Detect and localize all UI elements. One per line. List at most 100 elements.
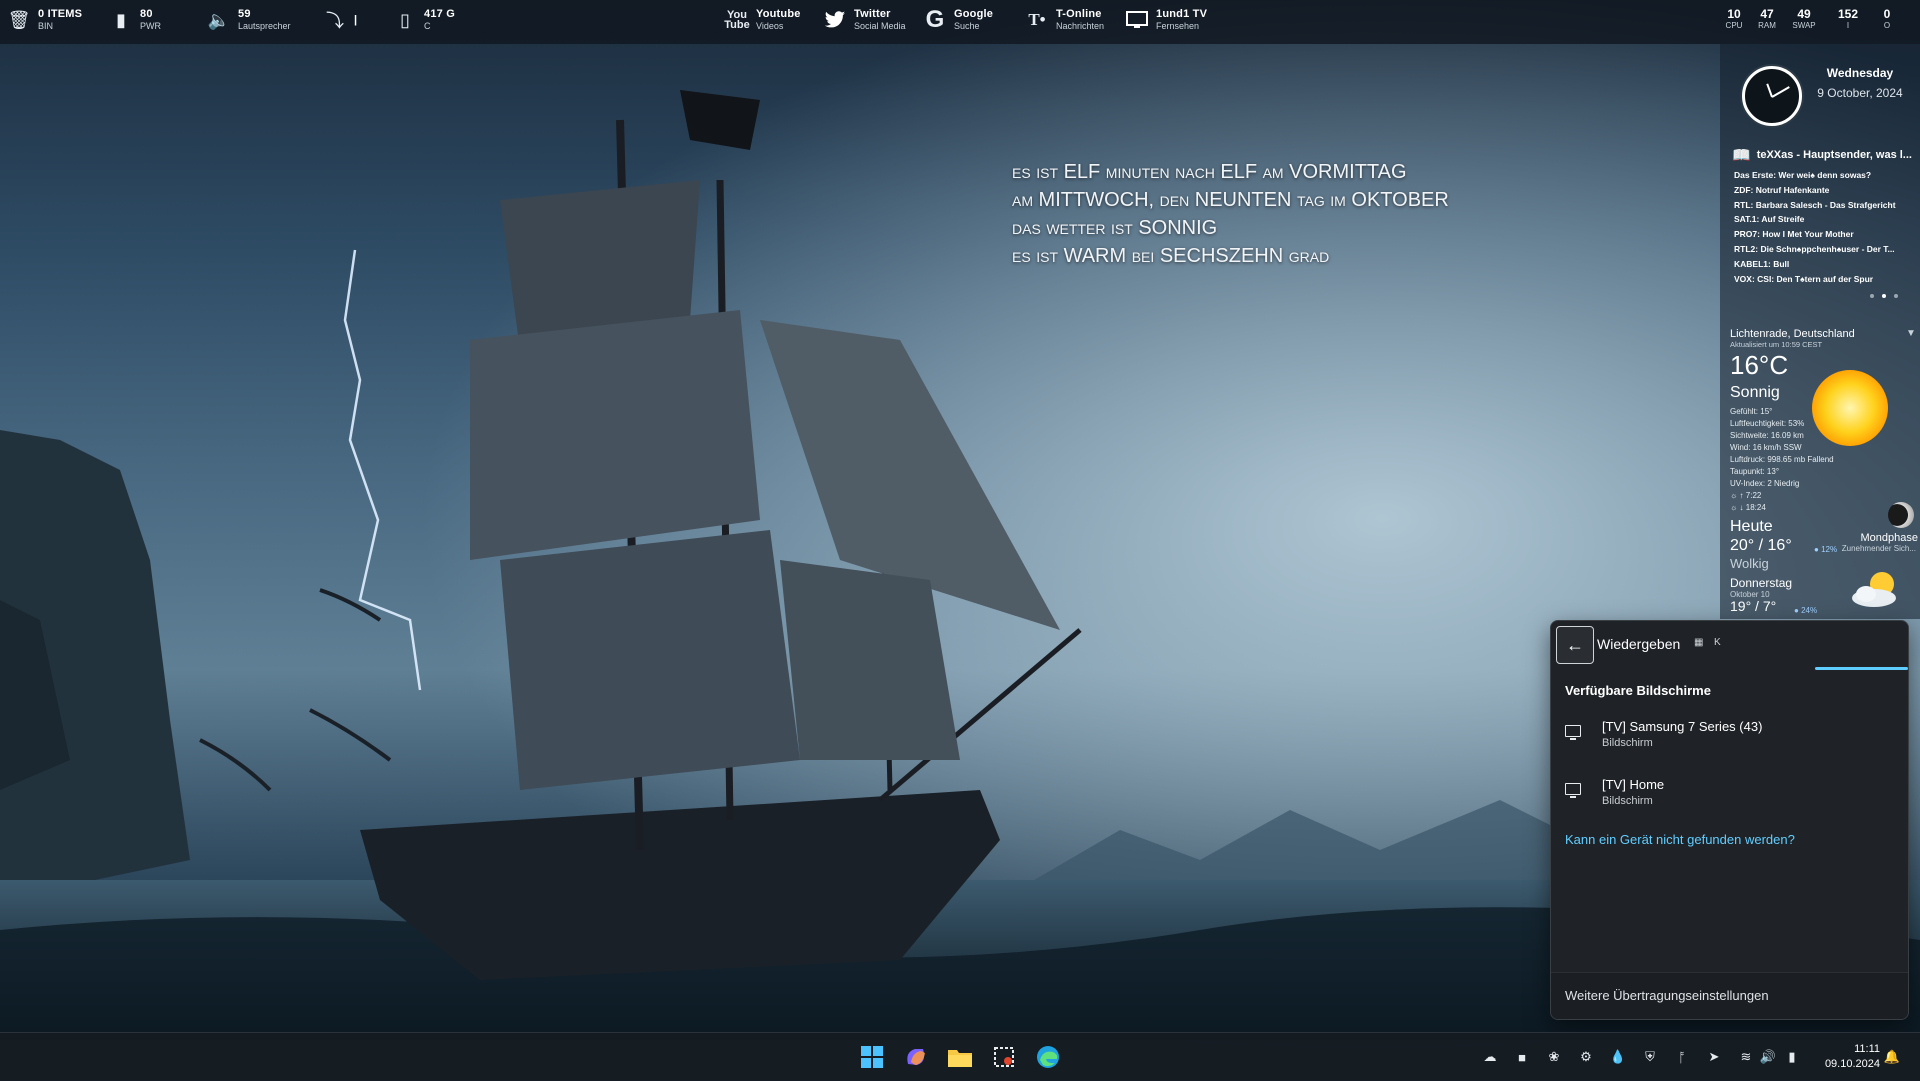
onedrive-icon[interactable]: ☁: [1482, 1049, 1498, 1065]
trash-icon: 🗑: [7, 9, 31, 30]
volume-icon[interactable]: 🔊: [1760, 1049, 1776, 1065]
back-button[interactable]: ←: [1556, 626, 1594, 664]
wireless-value: |: [354, 14, 358, 26]
speaker-icon: 🔈: [207, 9, 231, 30]
stat-swap-label: SWAP: [1792, 21, 1816, 30]
shortcut-1und1-tv[interactable]: 1und1 TV Fernsehen: [1126, 6, 1207, 34]
cast-flyout: ← Wiedergeben ▦ K Verfügbare Bildschirme…: [1550, 620, 1909, 1020]
stat-io-in-value: 152: [1837, 7, 1859, 21]
tv-guide-item[interactable]: RTL: Barbara Salesch - Das Strafgericht: [1734, 198, 1914, 213]
clock-minute-hand: [1771, 86, 1790, 98]
stat-swap: 49 SWAP: [1789, 8, 1819, 32]
cloud-sun-icon: [1852, 572, 1896, 607]
steam-icon[interactable]: ⚙: [1578, 1049, 1594, 1065]
tv-guide-item[interactable]: KABEL1: Bull: [1734, 257, 1914, 272]
more-cast-settings-link[interactable]: Weitere Übertragungseinstellungen: [1565, 988, 1769, 1003]
stat-io-out: 0O: [1872, 8, 1902, 32]
tv-guide-item[interactable]: VOX: CSI: Den T♠tern auf der Spur: [1734, 272, 1914, 287]
stat-ram-value: 47: [1760, 7, 1774, 21]
app-tray-icon[interactable]: ■: [1514, 1049, 1530, 1065]
stat-cpu-value: 10: [1727, 7, 1741, 21]
cast-device-item[interactable]: [TV] Samsung 7 Series (43) Bildschirm: [1551, 717, 1908, 771]
tv-icon: [1126, 6, 1148, 34]
stat-swap-value: 49: [1797, 7, 1811, 21]
tv-guide-pager[interactable]: [1870, 294, 1898, 298]
shortcut-1und1-tv-label: 1und1 TV: [1156, 8, 1208, 20]
tv-guide-item[interactable]: Das Erste: Wer wei♠ denn sowas?: [1734, 168, 1914, 183]
forecast-today-rain-value: 12%: [1821, 545, 1838, 554]
shortcut-twitter-sub: Social Media: [854, 21, 906, 31]
taskbar-date: 09.10.2024: [1824, 1058, 1880, 1070]
analog-clock: [1742, 66, 1802, 126]
monitor-icon: [1565, 783, 1581, 798]
shield-icon[interactable]: ⛨: [1642, 1049, 1658, 1065]
tv-guide-item[interactable]: PRO7: How I Met Your Mother: [1734, 227, 1914, 242]
battery-saver-icon[interactable]: ▮: [1784, 1049, 1800, 1065]
drop-icon[interactable]: 💧: [1610, 1049, 1626, 1065]
shortcut-youtube-sub: Videos: [756, 21, 784, 31]
cast-device-item[interactable]: [TV] Home Bildschirm: [1551, 775, 1908, 829]
wireless-item[interactable]: ⤵ |: [324, 6, 357, 34]
send-icon[interactable]: ➤: [1706, 1049, 1722, 1065]
shortcut-t-online-sub: Nachrichten: [1056, 21, 1105, 31]
shortcut-t-online[interactable]: T• T-Online Nachrichten: [1026, 6, 1104, 34]
recycle-bin-item[interactable]: 🗑 0 ITEMS BIN: [8, 6, 82, 34]
notification-bell-icon[interactable]: 🔔: [1884, 1049, 1900, 1065]
forecast-tomorrow-temps: 19° / 7°: [1730, 598, 1777, 614]
forecast-today-condition: Wolkig: [1730, 556, 1769, 571]
snipping-tool-icon[interactable]: [988, 1041, 1020, 1073]
shortcut-twitter-label: Twitter: [854, 8, 891, 20]
k-key-hint: K: [1714, 637, 1721, 648]
device-not-found-link[interactable]: Kann ein Gerät nicht gefunden werden?: [1565, 832, 1795, 847]
weather-updated: Aktualisiert um 10:59 CEST: [1730, 340, 1823, 349]
drive-label: C: [424, 21, 431, 31]
wifi-icon[interactable]: ≋: [1738, 1049, 1754, 1065]
forecast-today-label: Heute: [1730, 518, 1773, 535]
shortcut-twitter[interactable]: Twitter Social Media: [824, 6, 906, 34]
clock-weekday: Wednesday: [1826, 66, 1894, 80]
bluetooth-icon[interactable]: ᚩ: [1674, 1049, 1690, 1065]
pager-dot-active[interactable]: [1882, 294, 1886, 298]
tv-guide-title[interactable]: 📖 teXXas - Hauptsender, was l...: [1732, 146, 1916, 164]
windows-start-icon[interactable]: [856, 1041, 888, 1073]
volume-label: Lautsprecher: [238, 21, 291, 31]
volume-value: 59: [238, 8, 251, 20]
scan-progress-bar: [1815, 667, 1908, 670]
shortcut-youtube[interactable]: You Tube Youtube Videos: [724, 6, 801, 34]
clock-date: 9 October, 2024: [1817, 86, 1903, 100]
volume-item[interactable]: 🔈 59 Lautsprecher: [208, 6, 291, 34]
stat-io-in-label: I: [1846, 21, 1850, 30]
forecast-tomorrow-label: Donnerstag: [1730, 576, 1793, 590]
tv-guide-item[interactable]: RTL2: Die Schn♠ppchenh♠user - Der T...: [1734, 242, 1914, 257]
weather-detail-line: UV-Index: 2 Niedrig: [1730, 479, 1800, 488]
cast-device-type: Bildschirm: [1602, 795, 1653, 807]
drive-icon: ▯: [400, 9, 410, 30]
youtube-icon: You Tube: [724, 9, 750, 31]
sentence-line-4: es ist WARM bei SECHSZEHN grad: [1012, 245, 1330, 267]
weather-detail-line: Taupunkt: 13°: [1730, 467, 1780, 476]
flyout-title: Wiedergeben: [1597, 636, 1681, 652]
taskbar-time: 11:11: [1854, 1043, 1880, 1055]
pager-dot[interactable]: [1894, 294, 1898, 298]
shortcut-google[interactable]: G Google Suche: [924, 6, 993, 34]
forecast-tomorrow-rain: ● 24%: [1794, 606, 1818, 615]
battery-icon: ▮: [116, 9, 126, 30]
chevron-down-icon[interactable]: ▼: [1906, 328, 1916, 339]
stat-ram-label: RAM: [1758, 21, 1776, 30]
weather-condition: Sonnig: [1730, 384, 1780, 401]
taskbar-clock[interactable]: 11:11 09.10.2024: [1810, 1042, 1880, 1072]
shortcut-1und1-tv-sub: Fernsehen: [1156, 21, 1200, 31]
flyout-footer: Weitere Übertragungseinstellungen: [1551, 972, 1908, 1019]
weather-location[interactable]: Lichtenrade, Deutschland: [1730, 328, 1855, 340]
weather-detail-line: Sichtweite: 16.09 km: [1730, 431, 1804, 440]
file-explorer-icon[interactable]: [944, 1041, 976, 1073]
pager-dot[interactable]: [1870, 294, 1874, 298]
stat-cpu-label: CPU: [1725, 21, 1743, 30]
drive-item[interactable]: ▯ 417 GC: [394, 6, 455, 34]
edge-icon[interactable]: [1032, 1041, 1064, 1073]
copilot-icon[interactable]: [900, 1041, 932, 1073]
feather-icon[interactable]: ❀: [1546, 1049, 1562, 1065]
tv-guide-item[interactable]: ZDF: Notruf Hafenkante: [1734, 183, 1914, 198]
tv-guide-item[interactable]: SAT.1: Auf Streife: [1734, 212, 1914, 227]
power-item[interactable]: ▮ 80 PWR: [110, 6, 161, 34]
